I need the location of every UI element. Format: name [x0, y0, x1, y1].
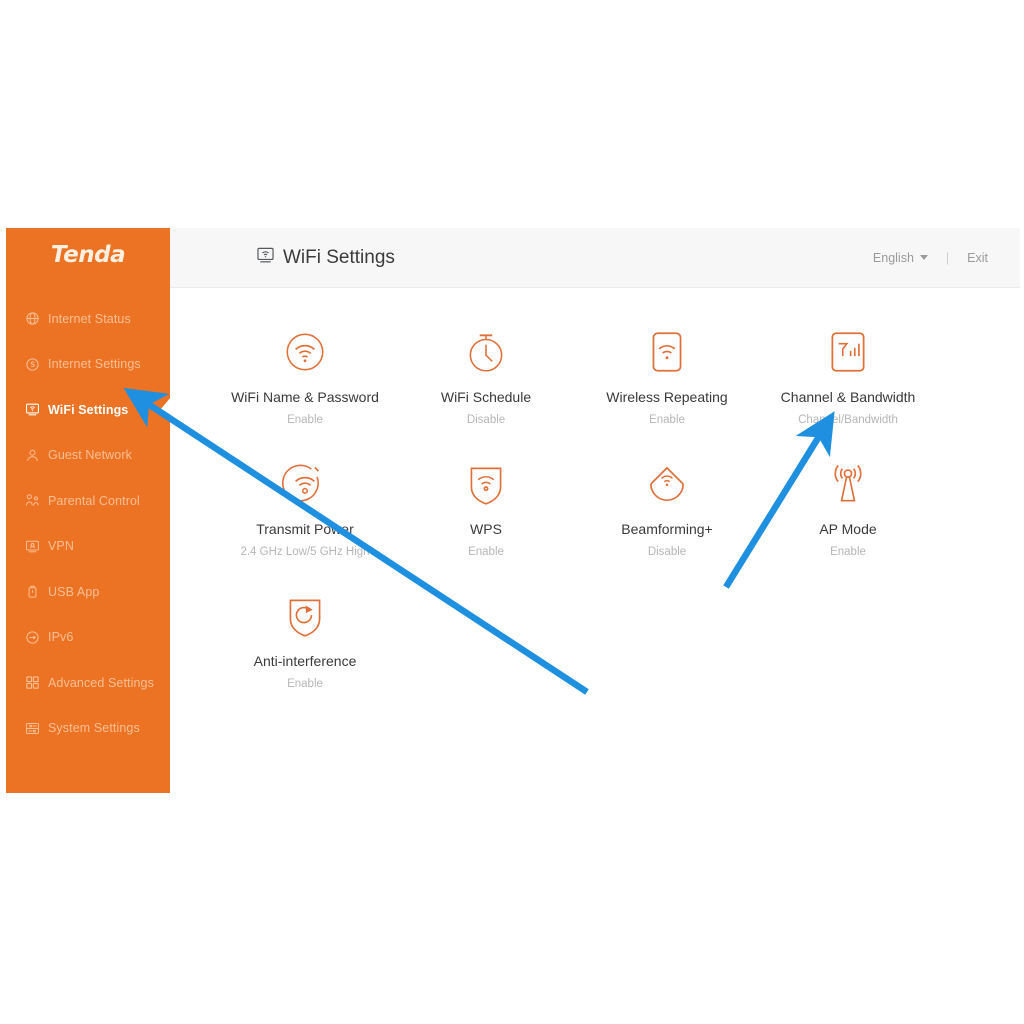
wifi-shield-icon [406, 458, 566, 510]
tile-status: 2.4 GHz Low/5 GHz High [240, 546, 370, 558]
router-admin-panel: Tenda Internet Status Internet Settings … [6, 228, 1020, 793]
tile-status: Enable [287, 678, 323, 690]
tile-transmit-power[interactable]: Transmit Power 2.4 GHz Low/5 GHz High [225, 458, 385, 558]
sidebar-item-label: Internet Settings [48, 357, 141, 372]
sidebar-item-advanced-settings[interactable]: Advanced Settings [6, 660, 170, 706]
sidebar-item-guest-network[interactable]: Guest Network [6, 433, 170, 479]
sidebar-item-vpn[interactable]: VPN [6, 524, 170, 570]
tile-label: WiFi Name & Password [231, 389, 379, 405]
sidebar-item-label: USB App [48, 584, 100, 599]
page-header: WiFi Settings English | Exit [170, 228, 1020, 288]
tile-status: Channel/Bandwidth [798, 414, 898, 426]
tile-wps[interactable]: WPS Enable [406, 458, 566, 558]
sidebar-item-label: VPN [48, 539, 75, 554]
globe-icon [24, 311, 40, 327]
tile-label: Anti-interference [253, 653, 357, 669]
sidebar-item-ipv6[interactable]: IPv6 [6, 615, 170, 661]
chevron-down-icon [919, 255, 928, 260]
header-actions: English | Exit [873, 228, 988, 287]
header-separator: | [945, 250, 950, 265]
wifi-monitor-icon [24, 402, 40, 418]
sidebar-nav: Internet Status Internet Settings WiFi S… [6, 296, 171, 752]
signal-bars-icon [768, 326, 928, 378]
sidebar-item-label: Internet Status [48, 311, 131, 326]
tile-label: Wireless Repeating [606, 389, 728, 405]
wifi-rounded-square-icon [587, 326, 747, 378]
tile-status: Enable [468, 546, 504, 558]
tile-status: Enable [287, 414, 323, 426]
antenna-icon [768, 458, 928, 510]
wifi-power-icon [225, 458, 385, 510]
sidebar-item-system-settings[interactable]: System Settings [6, 706, 170, 752]
grid-squares-icon [24, 675, 40, 691]
sidebar-item-internet-status[interactable]: Internet Status [6, 296, 170, 342]
tile-label: WiFi Schedule [440, 389, 532, 405]
usb-icon [24, 584, 40, 600]
wifi-settings-tile-grid: WiFi Name & Password Enable WiFi Schedul… [170, 288, 1020, 793]
brand-logo: Tenda [50, 242, 126, 268]
shield-refresh-icon [225, 590, 385, 642]
sidebar-item-label: IPv6 [48, 630, 74, 645]
sidebar-item-label: WiFi Settings [48, 402, 129, 417]
exit-button[interactable]: Exit [967, 251, 988, 265]
language-selector[interactable]: English [873, 251, 928, 265]
vpn-monitor-icon [24, 538, 40, 554]
tile-ap-mode[interactable]: AP Mode Enable [768, 458, 928, 558]
wifi-monitor-icon [256, 246, 275, 270]
sidebar-item-parental-control[interactable]: Parental Control [6, 478, 170, 524]
sidebar-item-label: System Settings [48, 721, 140, 736]
page-title-group: WiFi Settings [256, 228, 395, 287]
tile-status: Disable [647, 546, 687, 558]
tile-wifi-name-password[interactable]: WiFi Name & Password Enable [225, 326, 385, 426]
tile-label: Transmit Power [256, 521, 354, 537]
sidebar-item-label: Advanced Settings [48, 675, 154, 690]
tile-status: Enable [830, 546, 866, 558]
sidebar-item-usb-app[interactable]: USB App [6, 569, 170, 615]
tile-label: WPS [470, 521, 502, 537]
language-label: English [872, 250, 914, 265]
tile-channel-bandwidth[interactable]: Channel & Bandwidth Channel/Bandwidth [768, 326, 928, 426]
tile-anti-interference[interactable]: Anti-interference Enable [225, 590, 385, 690]
tile-status: Enable [649, 414, 685, 426]
sidebar-item-label: Parental Control [48, 493, 140, 508]
globe-settings-icon [24, 356, 40, 372]
tile-wireless-repeating[interactable]: Wireless Repeating Enable [587, 326, 747, 426]
stopwatch-icon [406, 326, 566, 378]
wifi-circle-icon [225, 326, 385, 378]
sidebar: Tenda Internet Status Internet Settings … [6, 228, 171, 793]
page-title: WiFi Settings [283, 246, 395, 268]
tile-label: Channel & Bandwidth [780, 389, 916, 405]
tile-status: Disable [466, 414, 506, 426]
tile-wifi-schedule[interactable]: WiFi Schedule Disable [406, 326, 566, 426]
tile-label: Beamforming+ [621, 521, 713, 537]
sidebar-item-internet-settings[interactable]: Internet Settings [6, 342, 170, 388]
parental-control-icon [24, 493, 40, 509]
system-settings-icon [24, 720, 40, 736]
tile-beamforming-plus[interactable]: Beamforming+ Disable [587, 458, 747, 558]
user-icon [24, 447, 40, 463]
tile-label: AP Mode [819, 521, 877, 537]
beamforming-icon [587, 458, 747, 510]
sidebar-item-label: Guest Network [48, 448, 132, 463]
ipv6-icon [24, 629, 40, 645]
sidebar-item-wifi-settings[interactable]: WiFi Settings [6, 387, 171, 433]
